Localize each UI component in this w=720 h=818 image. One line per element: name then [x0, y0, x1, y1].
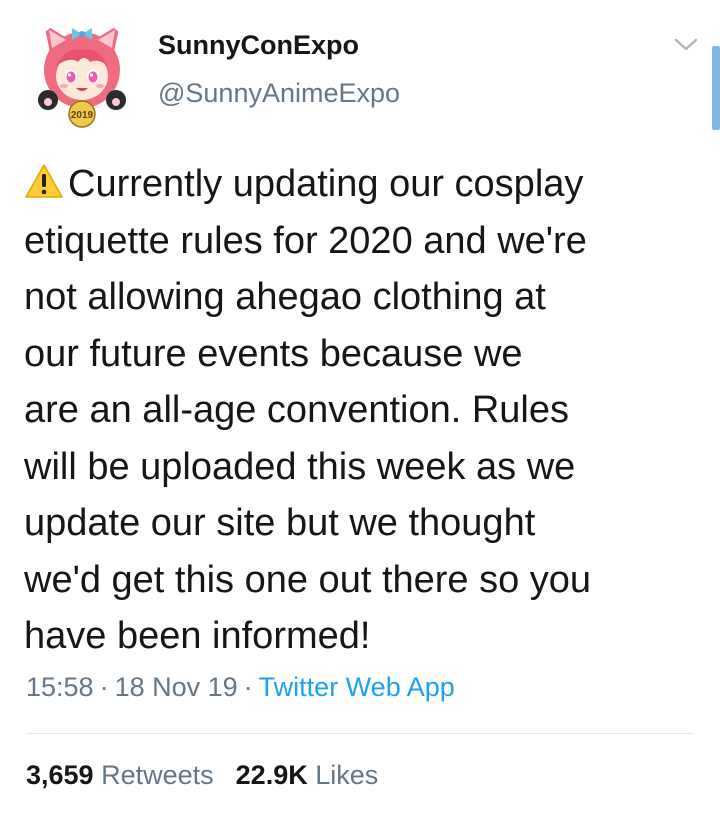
tweet-line: we'd get this one out there so you: [24, 558, 592, 601]
chevron-down-icon[interactable]: [672, 34, 700, 56]
tweet-stats: 3,659 Retweets 22.9K Likes: [26, 760, 378, 791]
likes-label: Likes: [315, 760, 379, 790]
retweets-stat[interactable]: 3,659 Retweets: [26, 760, 214, 790]
tweet-line: have been informed!: [24, 615, 371, 657]
meta-separator: ·: [243, 672, 253, 702]
avatar-illustration: 2019: [38, 24, 126, 128]
likes-count: 22.9K: [235, 760, 308, 790]
tweet-line: not allowing ahegao clothing at: [24, 276, 546, 318]
warning-icon: [24, 163, 64, 199]
scrollbar-thumb[interactable]: [712, 46, 720, 130]
avatar[interactable]: 2019: [26, 18, 138, 130]
tweet-line: Currently updating our cosplay: [24, 156, 704, 213]
tweet-source-link[interactable]: Twitter Web App: [259, 672, 455, 702]
tweet-card: 2019 SunnyConExpo @SunnyAnimeExpo Curren…: [0, 0, 720, 818]
tweet-line-text: Currently updating our cosplay: [68, 163, 584, 205]
avatar-year-text: 2019: [71, 110, 94, 121]
retweets-count: 3,659: [26, 760, 94, 790]
likes-stat[interactable]: 22.9K Likes: [236, 760, 379, 790]
divider: [26, 733, 694, 734]
tweet-line: update our site but we thought: [24, 502, 536, 544]
tweet-time: 15:58: [26, 672, 94, 702]
tweet-line: our future events because we: [24, 332, 523, 375]
user-handle[interactable]: @SunnyAnimeExpo: [158, 78, 400, 109]
tweet-meta: 15:58 · 18 Nov 19 · Twitter Web App: [26, 672, 455, 703]
meta-separator: ·: [99, 672, 109, 702]
tweet-line: will be uploaded this week as we: [24, 445, 576, 488]
tweet-line: are an all-age convention. Rules: [24, 389, 570, 431]
retweets-label: Retweets: [101, 760, 214, 790]
tweet-line: etiquette rules for 2020 and we're: [24, 219, 587, 262]
tweet-text: Currently updating our cosplay etiquette…: [24, 156, 704, 665]
tweet-date: 18 Nov 19: [114, 672, 238, 702]
display-name[interactable]: SunnyConExpo: [158, 30, 359, 61]
